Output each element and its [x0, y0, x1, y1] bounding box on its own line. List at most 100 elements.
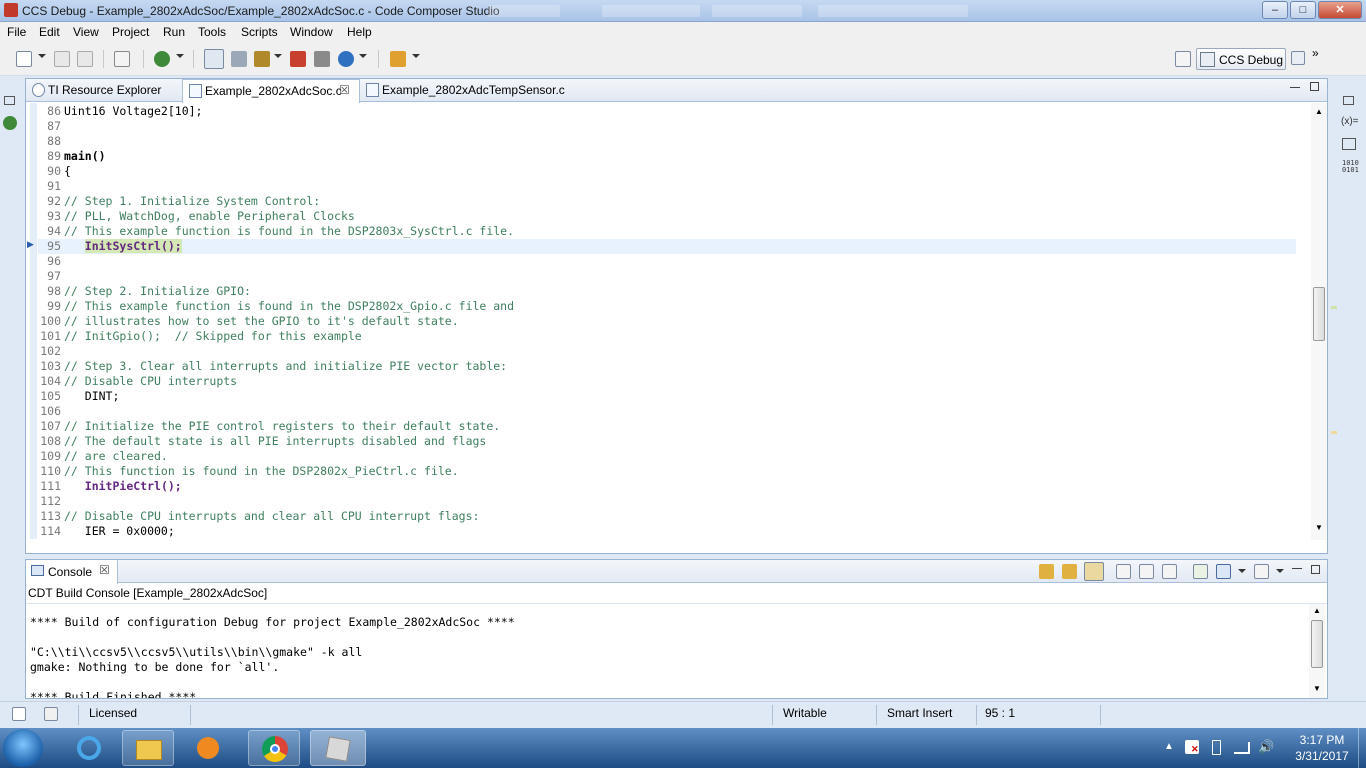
code-line[interactable]: 105 DINT;: [38, 389, 1296, 404]
chevron-down-icon[interactable]: [412, 54, 420, 58]
scroll-lock-icon[interactable]: [1084, 562, 1104, 581]
code-line[interactable]: 107// Initialize the PIE control registe…: [38, 419, 1296, 434]
external-tools-icon[interactable]: [390, 51, 406, 67]
disconnect-icon[interactable]: [231, 51, 247, 67]
menu-file[interactable]: File: [7, 25, 26, 39]
internet-explorer-icon[interactable]: [63, 730, 115, 766]
chevron-down-icon[interactable]: [38, 54, 46, 58]
restore-view-icon[interactable]: [4, 96, 15, 105]
minimize-button[interactable]: –: [1262, 1, 1288, 19]
code-line[interactable]: 90{: [38, 164, 1296, 179]
chrome-icon[interactable]: [248, 730, 300, 766]
code-line[interactable]: 87: [38, 119, 1296, 134]
restore-view-icon[interactable]: [1343, 96, 1354, 105]
chevron-down-icon[interactable]: [274, 54, 282, 58]
open-perspective-icon[interactable]: [1175, 51, 1191, 67]
code-line[interactable]: 88: [38, 134, 1296, 149]
clear-console-icon[interactable]: [1139, 564, 1154, 579]
code-line[interactable]: 104// Disable CPU interrupts: [38, 374, 1296, 389]
maximize-button[interactable]: □: [1290, 1, 1316, 19]
target-connect-icon[interactable]: [204, 49, 224, 69]
code-line[interactable]: 94// This example function is found in t…: [38, 224, 1296, 239]
close-icon[interactable]: ☒: [339, 83, 350, 97]
editor-vertical-scrollbar[interactable]: ▲ ▼: [1311, 103, 1327, 540]
code-line[interactable]: 86 Uint16 Voltage2[10];: [38, 104, 1296, 119]
code-line[interactable]: 91: [38, 179, 1296, 194]
scrollbar-thumb[interactable]: [1311, 620, 1323, 668]
menu-scripts[interactable]: Scripts: [241, 25, 278, 39]
chevron-down-icon[interactable]: [359, 54, 367, 58]
minimize-view-icon[interactable]: [1290, 87, 1300, 89]
code-line[interactable]: 103// Step 3. Clear all interrupts and i…: [38, 359, 1296, 374]
close-icon[interactable]: ☒: [99, 563, 110, 577]
new-target-config-icon[interactable]: [338, 51, 354, 67]
code-line[interactable]: 96: [38, 254, 1296, 269]
debug-view-icon[interactable]: [3, 116, 17, 130]
code-line[interactable]: 98// Step 2. Initialize GPIO:: [38, 284, 1296, 299]
menu-tools[interactable]: Tools: [198, 25, 226, 39]
scroll-up-icon[interactable]: ▲: [1313, 606, 1321, 615]
scrollbar-thumb[interactable]: [1313, 287, 1325, 341]
save-icon[interactable]: [54, 51, 70, 67]
tab-ti-resource-explorer[interactable]: TI Resource Explorer: [26, 79, 180, 102]
fast-view-icon[interactable]: [12, 707, 26, 721]
battery-icon[interactable]: [1212, 740, 1221, 755]
action-center-icon[interactable]: ✕: [1185, 740, 1199, 754]
scroll-up-icon[interactable]: ▲: [1315, 107, 1323, 116]
network-signal-icon[interactable]: [1234, 742, 1250, 754]
terminal-icon[interactable]: [114, 51, 130, 67]
code-area[interactable]: 86 Uint16 Voltage2[10]; 87 88 89 main() 90{91 9…: [38, 104, 1296, 537]
code-line[interactable]: 111 InitPieCtrl();: [38, 479, 1296, 494]
tab-console[interactable]: Console ☒: [26, 560, 118, 584]
maximize-view-icon[interactable]: [1310, 82, 1319, 91]
code-line[interactable]: 106: [38, 404, 1296, 419]
pin-console-icon[interactable]: [1193, 564, 1208, 579]
code-line[interactable]: 95 InitSysCtrl();: [38, 239, 1296, 254]
code-line[interactable]: 92// Step 1. Initialize System Control:: [38, 194, 1296, 209]
close-button[interactable]: ✕: [1318, 1, 1362, 19]
code-line[interactable]: 113// Disable CPU interrupts and clear a…: [38, 509, 1296, 524]
chevron-down-icon[interactable]: [176, 54, 184, 58]
overview-marker[interactable]: [1331, 306, 1337, 309]
perspective-edit-icon[interactable]: [1291, 51, 1305, 65]
chevron-down-icon[interactable]: [1276, 569, 1284, 573]
display-console-icon[interactable]: [1216, 564, 1231, 579]
virtualbox-icon[interactable]: [310, 730, 366, 766]
remove-launch-icon[interactable]: [1162, 564, 1177, 579]
debug-bug-icon[interactable]: [154, 51, 170, 67]
code-line[interactable]: 89 main(): [38, 149, 1296, 164]
code-line[interactable]: 108// The default state is all PIE inter…: [38, 434, 1296, 449]
save-all-icon[interactable]: [77, 51, 93, 67]
media-player-icon[interactable]: [182, 730, 234, 766]
code-line[interactable]: 114 IER = 0x0000;: [38, 524, 1296, 537]
load-program-icon[interactable]: [254, 51, 270, 67]
maximize-view-icon[interactable]: [1311, 565, 1320, 574]
minimize-view-icon[interactable]: [1292, 568, 1302, 570]
code-line[interactable]: 112: [38, 494, 1296, 509]
open-console-icon[interactable]: [1254, 564, 1269, 579]
show-desktop-button[interactable]: [1358, 728, 1366, 768]
windows-start-icon[interactable]: [3, 729, 43, 767]
file-explorer-icon[interactable]: [122, 730, 174, 766]
code-line[interactable]: 110// This function is found in the DSP2…: [38, 464, 1296, 479]
speaker-icon[interactable]: 🔊: [1258, 739, 1274, 755]
license-icon[interactable]: [44, 707, 58, 721]
show-when-output-icon[interactable]: [1116, 564, 1131, 579]
code-line[interactable]: 93// PLL, WatchDog, enable Peripheral Cl…: [38, 209, 1296, 224]
code-line[interactable]: 101// InitGpio(); // Skipped for this ex…: [38, 329, 1296, 344]
tab-example-2802xadcsoc[interactable]: Example_2802xAdcSoc.c ☒: [182, 79, 360, 103]
console-vertical-scrollbar[interactable]: ▲ ▼: [1309, 604, 1325, 698]
registers-icon[interactable]: 1010 0101: [1342, 160, 1359, 174]
scroll-down-icon[interactable]: ▼: [1315, 523, 1323, 532]
new-icon[interactable]: [16, 51, 32, 67]
scroll-down-arrow-icon[interactable]: [1039, 564, 1054, 579]
code-line[interactable]: 97: [38, 269, 1296, 284]
menu-project[interactable]: Project: [112, 25, 149, 39]
menu-view[interactable]: View: [73, 25, 99, 39]
taskbar-clock[interactable]: 3:17 PM 3/31/2017: [1290, 732, 1354, 764]
expressions-view-icon[interactable]: [1342, 138, 1356, 150]
console-output[interactable]: **** Build of configuration Debug for pr…: [26, 604, 1309, 698]
scroll-down-icon[interactable]: ▼: [1313, 684, 1321, 693]
scroll-up-arrow-icon[interactable]: [1062, 564, 1077, 579]
perspective-more-icon[interactable]: »: [1312, 46, 1319, 60]
